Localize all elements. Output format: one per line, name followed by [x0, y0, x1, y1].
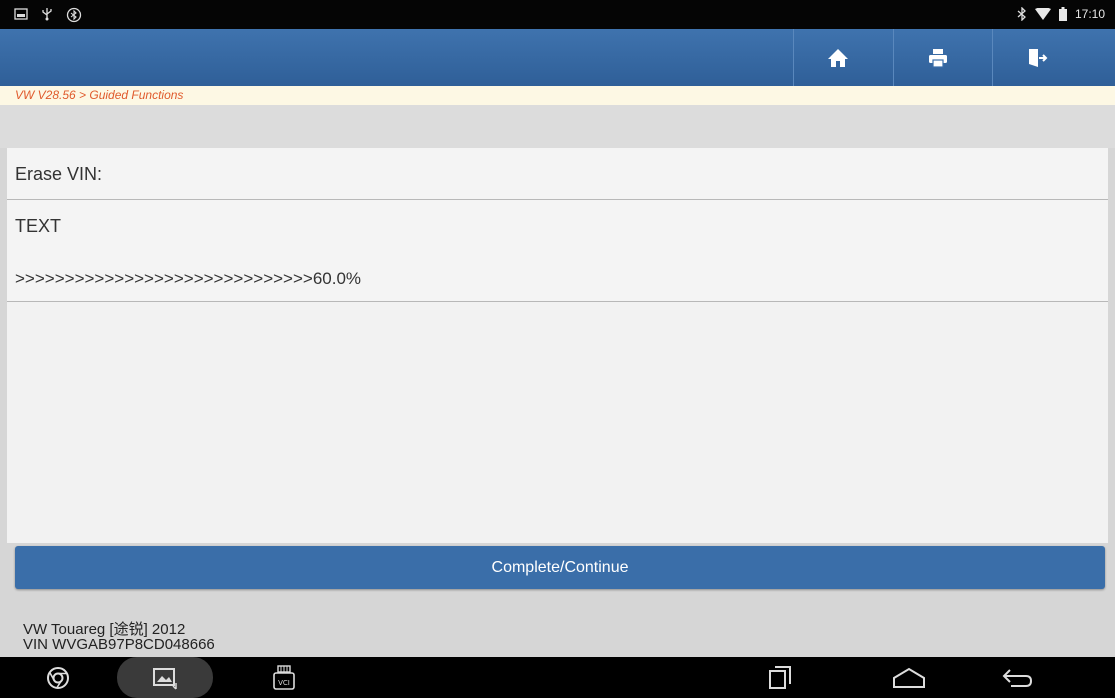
- vehicle-info: VW Touareg [途锐] 2012 VIN WVGAB97P8CD0486…: [0, 593, 1115, 657]
- printer-icon: [929, 48, 947, 68]
- screenshot-icon: [14, 8, 28, 20]
- breadcrumb: VW V28.56 > Guided Functions: [0, 86, 1115, 105]
- usb-icon: [42, 8, 52, 21]
- function-title: Erase VIN:: [15, 164, 103, 184]
- status-bar: 17:10: [0, 0, 1115, 29]
- status-right-icons: 17:10: [1017, 7, 1105, 21]
- header-spacer: [0, 105, 1115, 148]
- bluetooth-icon: [1017, 7, 1026, 21]
- complete-continue-button[interactable]: Complete/Continue: [15, 546, 1105, 589]
- print-button[interactable]: [893, 29, 982, 86]
- vehicle-vin: VIN WVGAB97P8CD048666: [23, 636, 215, 653]
- wifi-icon: [1034, 8, 1051, 20]
- home-nav-button[interactable]: [887, 657, 931, 698]
- vci-label: VCI: [278, 679, 290, 687]
- bluetooth-badge-icon: [66, 7, 82, 23]
- exit-icon: [1029, 48, 1048, 67]
- recent-apps-button[interactable]: [760, 657, 800, 698]
- exit-button[interactable]: [992, 29, 1081, 86]
- status-time: 17:10: [1074, 7, 1105, 21]
- gallery-button[interactable]: [117, 657, 213, 698]
- system-nav-bar: VCI: [0, 657, 1115, 698]
- back-button[interactable]: [995, 657, 1039, 698]
- vci-icon: VCI: [273, 664, 295, 690]
- back-icon: [1002, 668, 1033, 687]
- function-title-row: Erase VIN:: [7, 148, 1108, 200]
- chrome-icon: [47, 666, 69, 689]
- chrome-button[interactable]: [40, 657, 76, 698]
- recent-apps-icon: [769, 665, 791, 689]
- message-label: TEXT: [15, 216, 62, 236]
- battery-icon: [1058, 7, 1067, 21]
- vci-button[interactable]: VCI: [262, 657, 306, 698]
- content-empty-area: [7, 302, 1108, 543]
- message-row: TEXT >>>>>>>>>>>>>>>>>>>>>>>>>>>>>>60.0%: [7, 200, 1108, 302]
- gallery-icon: [153, 667, 177, 690]
- status-left-icons: [14, 7, 82, 23]
- top-toolbar: [0, 29, 1115, 86]
- progress-text: >>>>>>>>>>>>>>>>>>>>>>>>>>>>>>60.0%: [15, 269, 362, 288]
- home-nav-icon: [893, 667, 925, 688]
- home-button[interactable]: [793, 29, 882, 86]
- home-icon: [828, 48, 848, 67]
